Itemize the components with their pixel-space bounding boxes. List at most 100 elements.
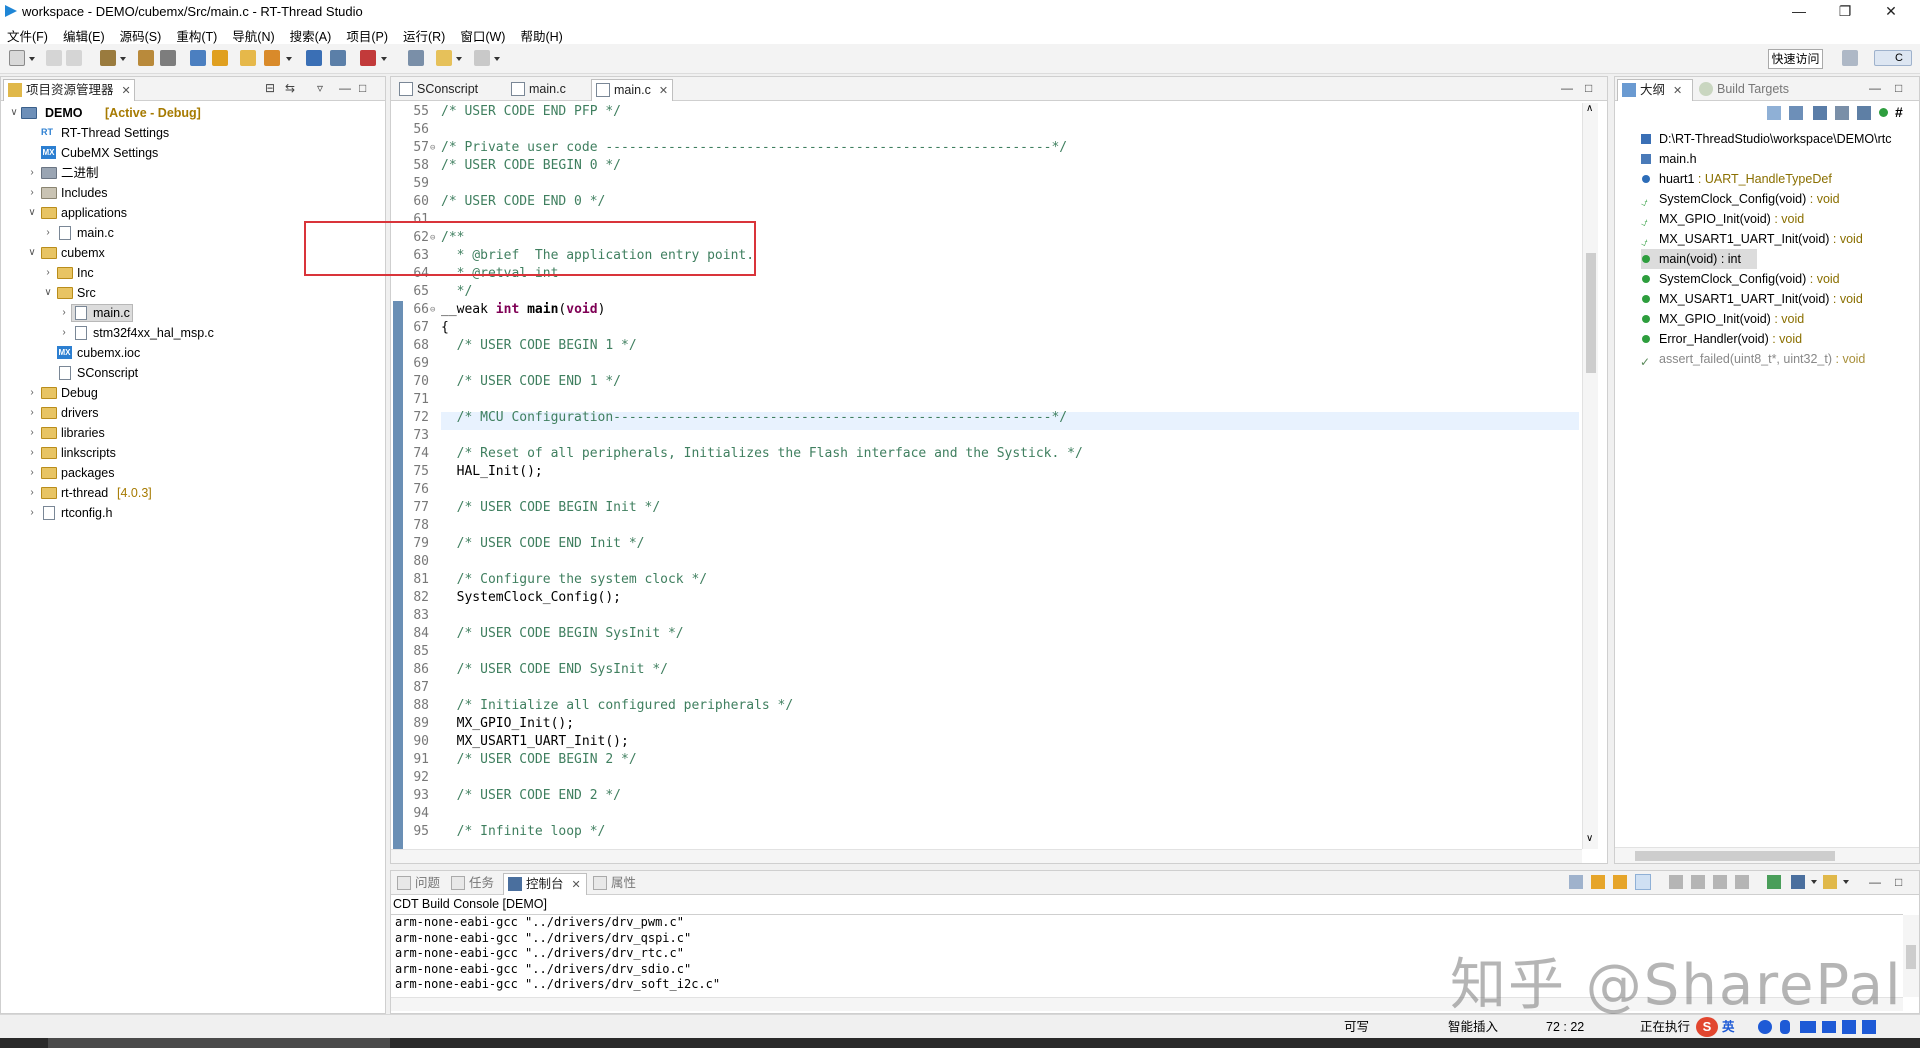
previous-error-icon[interactable] (1613, 875, 1627, 889)
outline-item[interactable]: SystemClock_Config(void) : void (1615, 269, 1915, 289)
hash-icon[interactable]: # (1895, 104, 1903, 120)
open-console-icon[interactable] (1767, 875, 1781, 889)
menu-refactor[interactable]: 重构(T) (169, 23, 225, 45)
menu-window[interactable]: 窗口(W) (453, 23, 513, 45)
chevron-right-icon[interactable]: › (27, 503, 37, 523)
chevron-down-icon[interactable]: ∨ (27, 243, 37, 263)
tab-build-targets[interactable]: Build Targets (1695, 79, 1805, 101)
code-line[interactable]: 71 (391, 391, 1571, 409)
link-editor-icon[interactable]: ⇆ (285, 81, 295, 95)
display-dropdown-icon[interactable] (1811, 880, 1817, 884)
sdk-manager-icon[interactable] (212, 50, 228, 66)
filter-icon[interactable] (1879, 108, 1888, 117)
code-line[interactable]: 90 MX_USART1_UART_Init(); (391, 733, 1571, 751)
maximize-icon[interactable]: ❐ (1822, 0, 1868, 23)
menu-project[interactable]: 项目(P) (339, 23, 396, 45)
chevron-down-icon[interactable]: ∨ (9, 103, 19, 123)
view-menu-icon[interactable]: ▿ (317, 81, 323, 95)
code-line[interactable]: 95 /* Infinite loop */ (391, 823, 1571, 841)
code-line[interactable]: 85 (391, 643, 1571, 661)
code-line[interactable]: 66 ⊖ __weak int main(void) (391, 301, 1571, 319)
new-icon[interactable] (9, 50, 25, 66)
code-line[interactable]: 68 /* USER CODE BEGIN 1 */ (391, 337, 1571, 355)
tab-main-c-applications[interactable]: main.c (507, 79, 591, 101)
code-line[interactable]: 77 /* USER CODE BEGIN Init */ (391, 499, 1571, 517)
debug-config-icon[interactable] (330, 50, 346, 66)
code-line[interactable]: 57 ⊖ /* Private user code ----------------… (391, 139, 1571, 157)
code-line[interactable]: 58 /* USER CODE BEGIN 0 */ (391, 157, 1571, 175)
tree-item[interactable]: SConscript (1, 363, 381, 383)
fold-toggle-icon[interactable]: ⊖ (430, 139, 435, 157)
tab-sconscript[interactable]: SConscript (395, 79, 505, 101)
pin-console-icon[interactable] (1713, 875, 1727, 889)
maximize-view-icon[interactable]: □ (359, 81, 366, 95)
outline-item[interactable]: main.h (1615, 149, 1915, 169)
outline-item[interactable]: ⍻ MX_USART1_UART_Init(void) : void (1615, 229, 1915, 249)
code-line[interactable]: 88 /* Initialize all configured peripher… (391, 697, 1571, 715)
word-wrap-icon[interactable] (1691, 875, 1705, 889)
code-line[interactable]: 91 /* USER CODE BEGIN 2 */ (391, 751, 1571, 769)
tree-item[interactable]: ∨ applications (1, 203, 381, 223)
minimize-view-icon[interactable]: — (1561, 81, 1573, 95)
chevron-down-icon[interactable]: ∨ (27, 203, 37, 223)
code-line[interactable]: 59 (391, 175, 1571, 193)
tree-project-demo[interactable]: ∨ DEMO [Active - Debug] (1, 103, 381, 123)
collapse-all-icon[interactable]: ⊟ (265, 81, 275, 95)
menu-run[interactable]: 运行(R) (396, 23, 453, 45)
close-icon[interactable]: ✕ (572, 875, 581, 895)
quick-access-input[interactable]: 快速访问 (1768, 49, 1823, 69)
chevron-right-icon[interactable]: › (27, 163, 37, 183)
display-console-icon[interactable] (1791, 875, 1805, 889)
code-line[interactable]: 65 */ (391, 283, 1571, 301)
chevron-right-icon[interactable]: › (59, 323, 69, 343)
outline-item[interactable]: MX_USART1_UART_Init(void) : void (1615, 289, 1915, 309)
tree-item[interactable]: › packages (1, 463, 381, 483)
build-hammer-icon[interactable] (100, 50, 116, 66)
chevron-right-icon[interactable]: › (27, 403, 37, 423)
chevron-down-icon[interactable]: ∨ (43, 283, 53, 303)
menu-file[interactable]: 文件(F) (0, 23, 56, 45)
horizontal-scrollbar[interactable] (391, 849, 1582, 863)
outline-item[interactable]: huart1 : UART_HandleTypeDef (1615, 169, 1915, 189)
code-line[interactable]: 76 (391, 481, 1571, 499)
ime-skin-icon[interactable] (1822, 1021, 1836, 1033)
save-icon[interactable] (46, 50, 62, 66)
debug-icon[interactable] (360, 50, 376, 66)
code-line[interactable]: 67 { (391, 319, 1571, 337)
collapse-all-icon[interactable] (1767, 106, 1781, 120)
tree-item[interactable]: › rtconfig.h (1, 503, 381, 523)
terminal-icon[interactable] (306, 50, 322, 66)
console-vertical-scrollbar[interactable] (1903, 915, 1919, 997)
hide-static-icon[interactable] (1835, 106, 1849, 120)
hide-fields-icon[interactable] (1813, 106, 1827, 120)
scroll-thumb[interactable] (1586, 253, 1596, 373)
tab-console[interactable]: 控制台 ✕ (503, 873, 587, 895)
back-dropdown-icon[interactable] (456, 57, 462, 61)
tree-item[interactable]: MX CubeMX Settings (1, 143, 381, 163)
debug-dropdown-icon[interactable] (381, 57, 387, 61)
code-line[interactable]: 60 /* USER CODE END 0 */ (391, 193, 1571, 211)
tree-item[interactable]: › Includes (1, 183, 381, 203)
code-line[interactable]: 94 (391, 805, 1571, 823)
minimize-view-icon[interactable]: — (339, 81, 351, 95)
code-line[interactable]: 74 /* Reset of all peripherals, Initiali… (391, 445, 1571, 463)
code-line[interactable]: 84 /* USER CODE BEGIN SysInit */ (391, 625, 1571, 643)
close-icon[interactable]: ✕ (1868, 0, 1914, 23)
ime-shirt-icon[interactable] (1842, 1020, 1856, 1034)
console-copy-icon[interactable] (1569, 875, 1583, 889)
new-console-icon[interactable] (1823, 875, 1837, 889)
hide-nonpublic-icon[interactable] (1857, 106, 1871, 120)
chevron-right-icon[interactable]: › (43, 263, 53, 283)
c-perspective-button[interactable]: C (1874, 50, 1912, 66)
minimize-view-icon[interactable]: — (1869, 81, 1881, 95)
code-line[interactable]: 73 (391, 427, 1571, 445)
tab-main-c-src[interactable]: main.c ✕ (591, 79, 673, 101)
maximize-view-icon[interactable]: □ (1585, 81, 1592, 95)
maximize-view-icon[interactable]: □ (1895, 81, 1902, 95)
tree-item[interactable]: › linkscripts (1, 443, 381, 463)
tree-item[interactable]: › Debug (1, 383, 381, 403)
menu-edit[interactable]: 编辑(E) (56, 23, 113, 45)
code-area[interactable]: 55/* USER CODE END PFP */56 57 ⊖/* Private… (391, 103, 1581, 858)
menu-navigate[interactable]: 导航(N) (225, 23, 282, 45)
outline-horizontal-scrollbar[interactable] (1615, 847, 1919, 863)
